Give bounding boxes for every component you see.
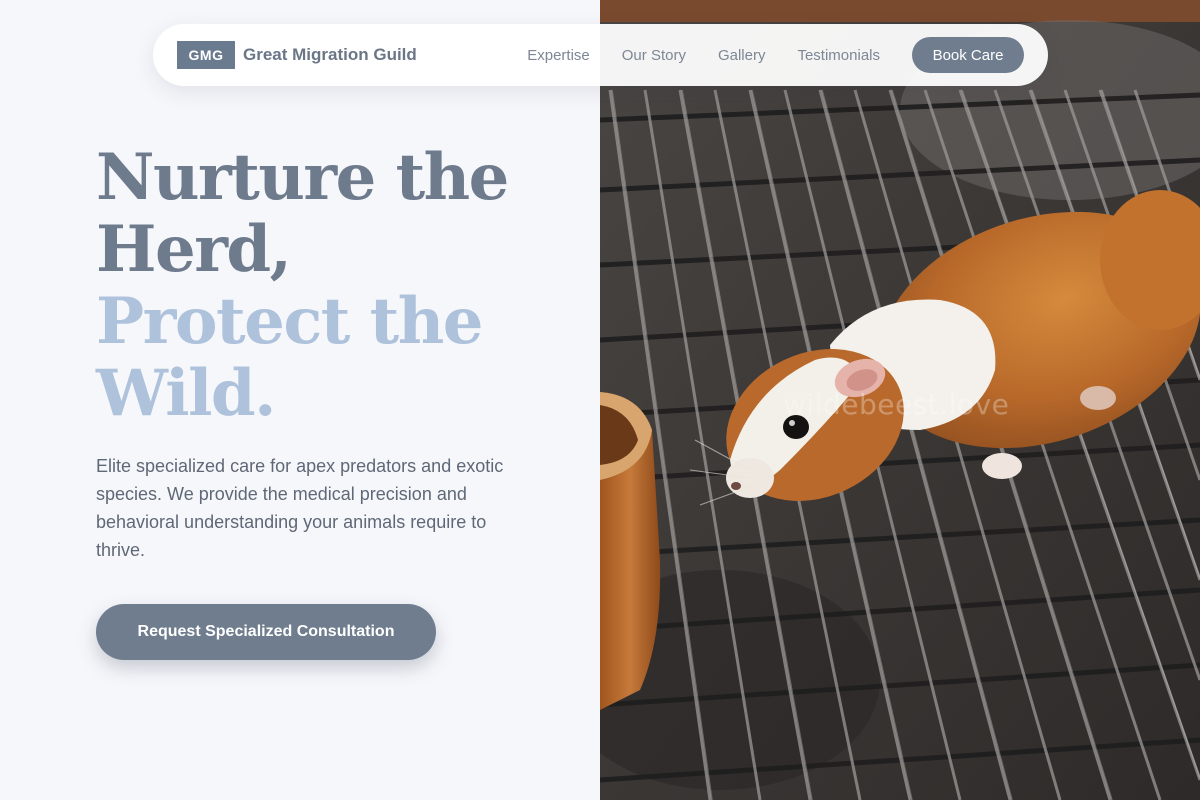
book-care-button[interactable]: Book Care [912, 37, 1024, 73]
nav-link-gallery[interactable]: Gallery [718, 47, 766, 64]
headline-line-1: Nurture the [96, 140, 509, 215]
logo-badge[interactable]: GMG [177, 41, 235, 69]
top-navbar: GMG Great Migration Guild Expertise Our … [153, 24, 1048, 86]
nav-link-testimonials[interactable]: Testimonials [797, 47, 880, 64]
nav-links: Expertise Our Story Gallery Testimonials [527, 47, 880, 64]
hero-headline: Nurture the Herd, Protect the Wild. [96, 140, 509, 431]
brand-name[interactable]: Great Migration Guild [243, 45, 417, 65]
headline-line-2: Herd, [96, 212, 292, 287]
headline-line-3: Protect the [96, 284, 483, 359]
watermark: wildebeest.love [783, 388, 1010, 421]
request-consultation-button[interactable]: Request Specialized Consultation [96, 604, 436, 660]
hero-description: Elite specialized care for apex predator… [96, 456, 504, 560]
hero-photo: wildebeest.love [600, 0, 1200, 800]
nav-link-expertise[interactable]: Expertise [527, 47, 590, 64]
page: wildebeest.love GMG Great Migration Guil… [0, 0, 1200, 800]
headline-line-4: Wild. [96, 356, 276, 431]
nav-link-our-story[interactable]: Our Story [622, 47, 686, 64]
